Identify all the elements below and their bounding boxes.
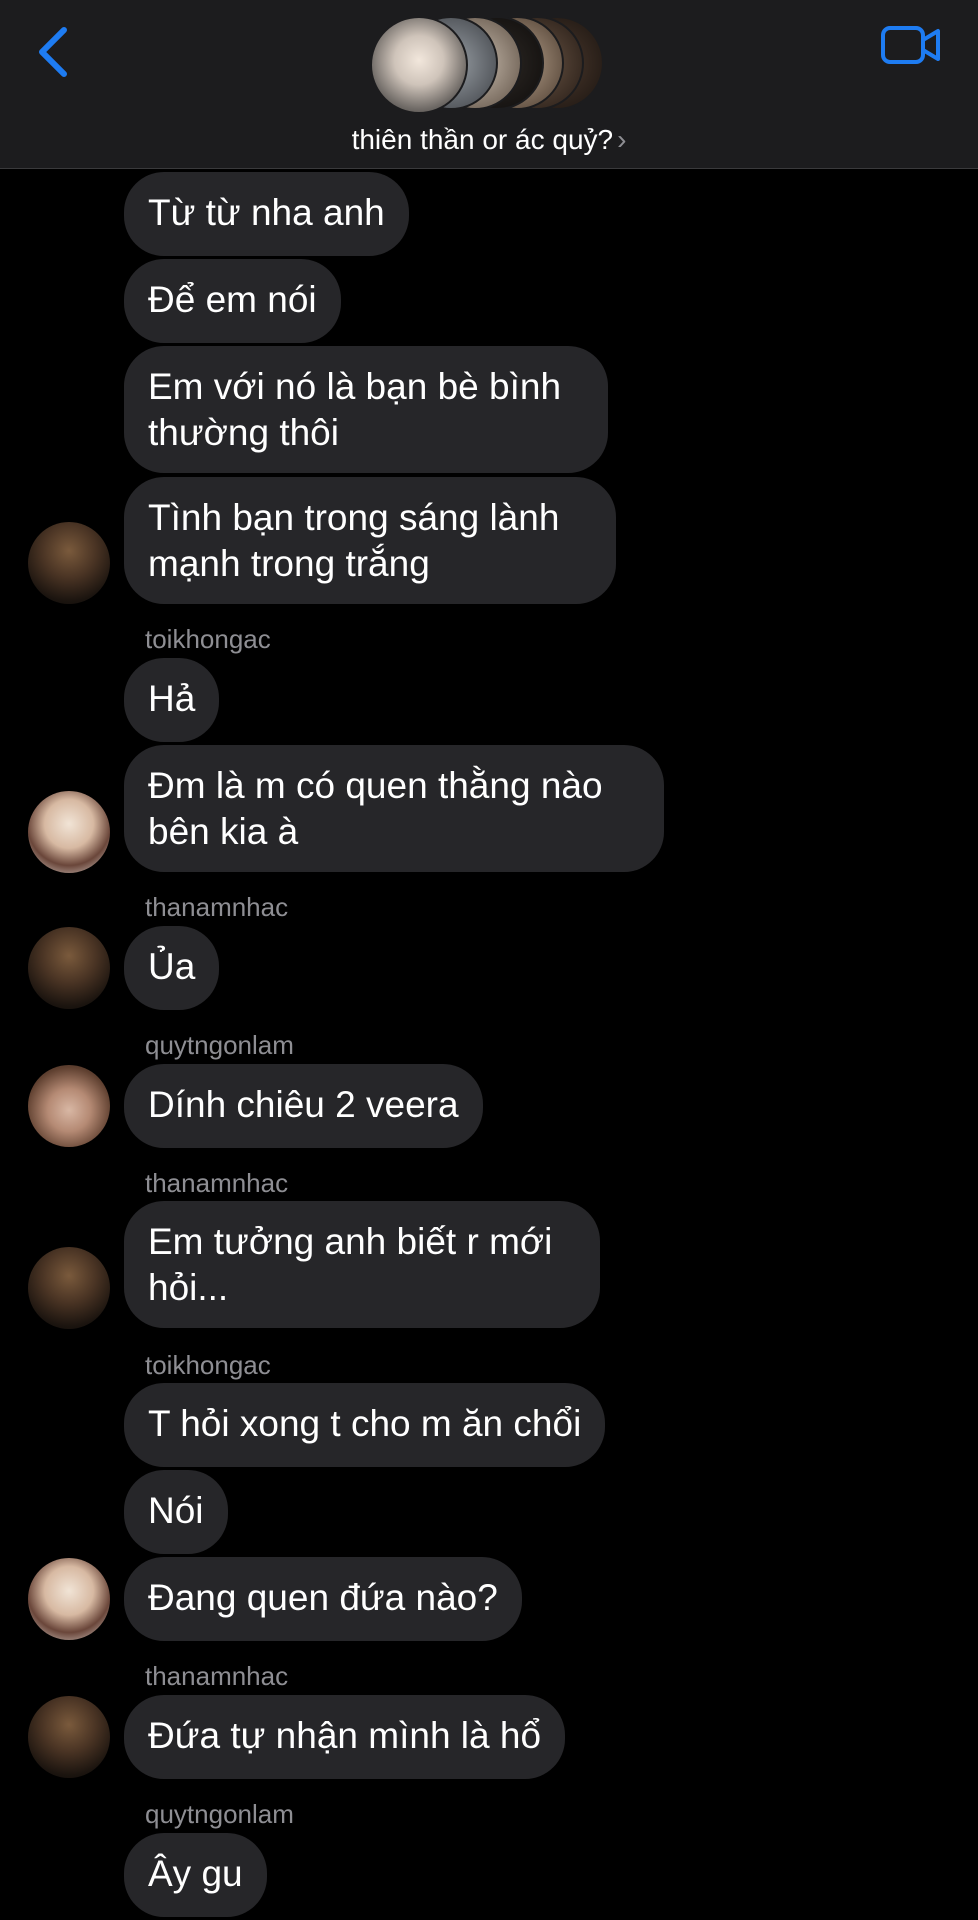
sender-name: toikhongac [145, 1350, 271, 1380]
message-bubble[interactable]: Đang quen đứa nào? [124, 1557, 522, 1641]
message-text: Đứa tự nhận mình là hổ [148, 1715, 542, 1756]
chevron-right-icon: › [617, 124, 627, 155]
sender-name: quytngonlam [145, 1799, 294, 1829]
message-text: Đm là m có quen thằng nào bên kia à [148, 765, 603, 852]
sender-avatar[interactable] [28, 927, 110, 1009]
sender-avatar[interactable] [28, 522, 110, 604]
message-text: Từ từ nha anh [148, 192, 385, 233]
sender-name: thanamnhac [145, 1661, 289, 1691]
message-bubble[interactable]: Tình bạn trong sáng lành mạnh trong trắn… [124, 477, 616, 604]
message-bubble[interactable]: Từ từ nha anh [124, 172, 409, 256]
message-text: Em tưởng anh biết r mới hỏi... [148, 1221, 553, 1308]
message-text: T hỏi xong t cho m ăn chổi [148, 1403, 582, 1444]
message-text: Em với nó là bạn bè bình thường thôi [148, 366, 562, 453]
chat-header: thiên thần or ác quỷ? › [0, 0, 978, 169]
message-bubble[interactable]: Đứa tự nhận mình là hổ [124, 1695, 566, 1779]
message-text: Hả [148, 678, 196, 719]
video-call-button[interactable] [880, 22, 942, 68]
message-text: Dính chiêu 2 veera [148, 1084, 459, 1125]
sender-avatar[interactable] [28, 1065, 110, 1147]
group-main-avatar [370, 16, 468, 114]
sender-avatar[interactable] [28, 1558, 110, 1640]
sender-avatar[interactable] [28, 1247, 110, 1329]
group-title[interactable]: thiên thần or ác quỷ? › [0, 124, 978, 156]
message-text: Tình bạn trong sáng lành mạnh trong trắn… [148, 497, 560, 584]
group-title-text: thiên thần or ác quỷ? [351, 124, 614, 155]
message-bubble[interactable]: Em với nó là bạn bè bình thường thôi [124, 346, 608, 473]
message-text: Để em nói [148, 279, 317, 320]
sender-name: quytngonlam [145, 1030, 294, 1060]
message-bubble[interactable]: Hả [124, 658, 220, 742]
message-text: Nói [148, 1490, 204, 1531]
message-text: Ây gu [148, 1853, 243, 1894]
group-avatar-stack[interactable] [370, 16, 610, 114]
message-bubble[interactable]: Ủa [124, 926, 220, 1010]
sender-name: thanamnhac [145, 892, 289, 922]
message-text: Ủa [148, 946, 196, 987]
video-camera-icon [881, 26, 940, 64]
message-bubble[interactable]: Em tưởng anh biết r mới hỏi... [124, 1201, 600, 1328]
message-bubble[interactable]: Dính chiêu 2 veera [124, 1064, 483, 1148]
sender-avatar[interactable] [28, 791, 110, 873]
message-bubble[interactable]: T hỏi xong t cho m ăn chổi [124, 1383, 606, 1467]
back-button[interactable] [30, 22, 80, 82]
message-bubble[interactable]: Để em nói [124, 259, 341, 343]
sender-name: thanamnhac [145, 1168, 289, 1198]
message-bubble[interactable]: Ây gu [124, 1833, 267, 1917]
message-bubble[interactable]: Đm là m có quen thằng nào bên kia à [124, 745, 664, 872]
sender-avatar[interactable] [28, 1696, 110, 1778]
sender-name: toikhongac [145, 624, 271, 654]
chevron-left-icon [39, 27, 67, 77]
message-bubble[interactable]: Nói [124, 1470, 228, 1554]
message-text: Đang quen đứa nào? [148, 1577, 498, 1618]
